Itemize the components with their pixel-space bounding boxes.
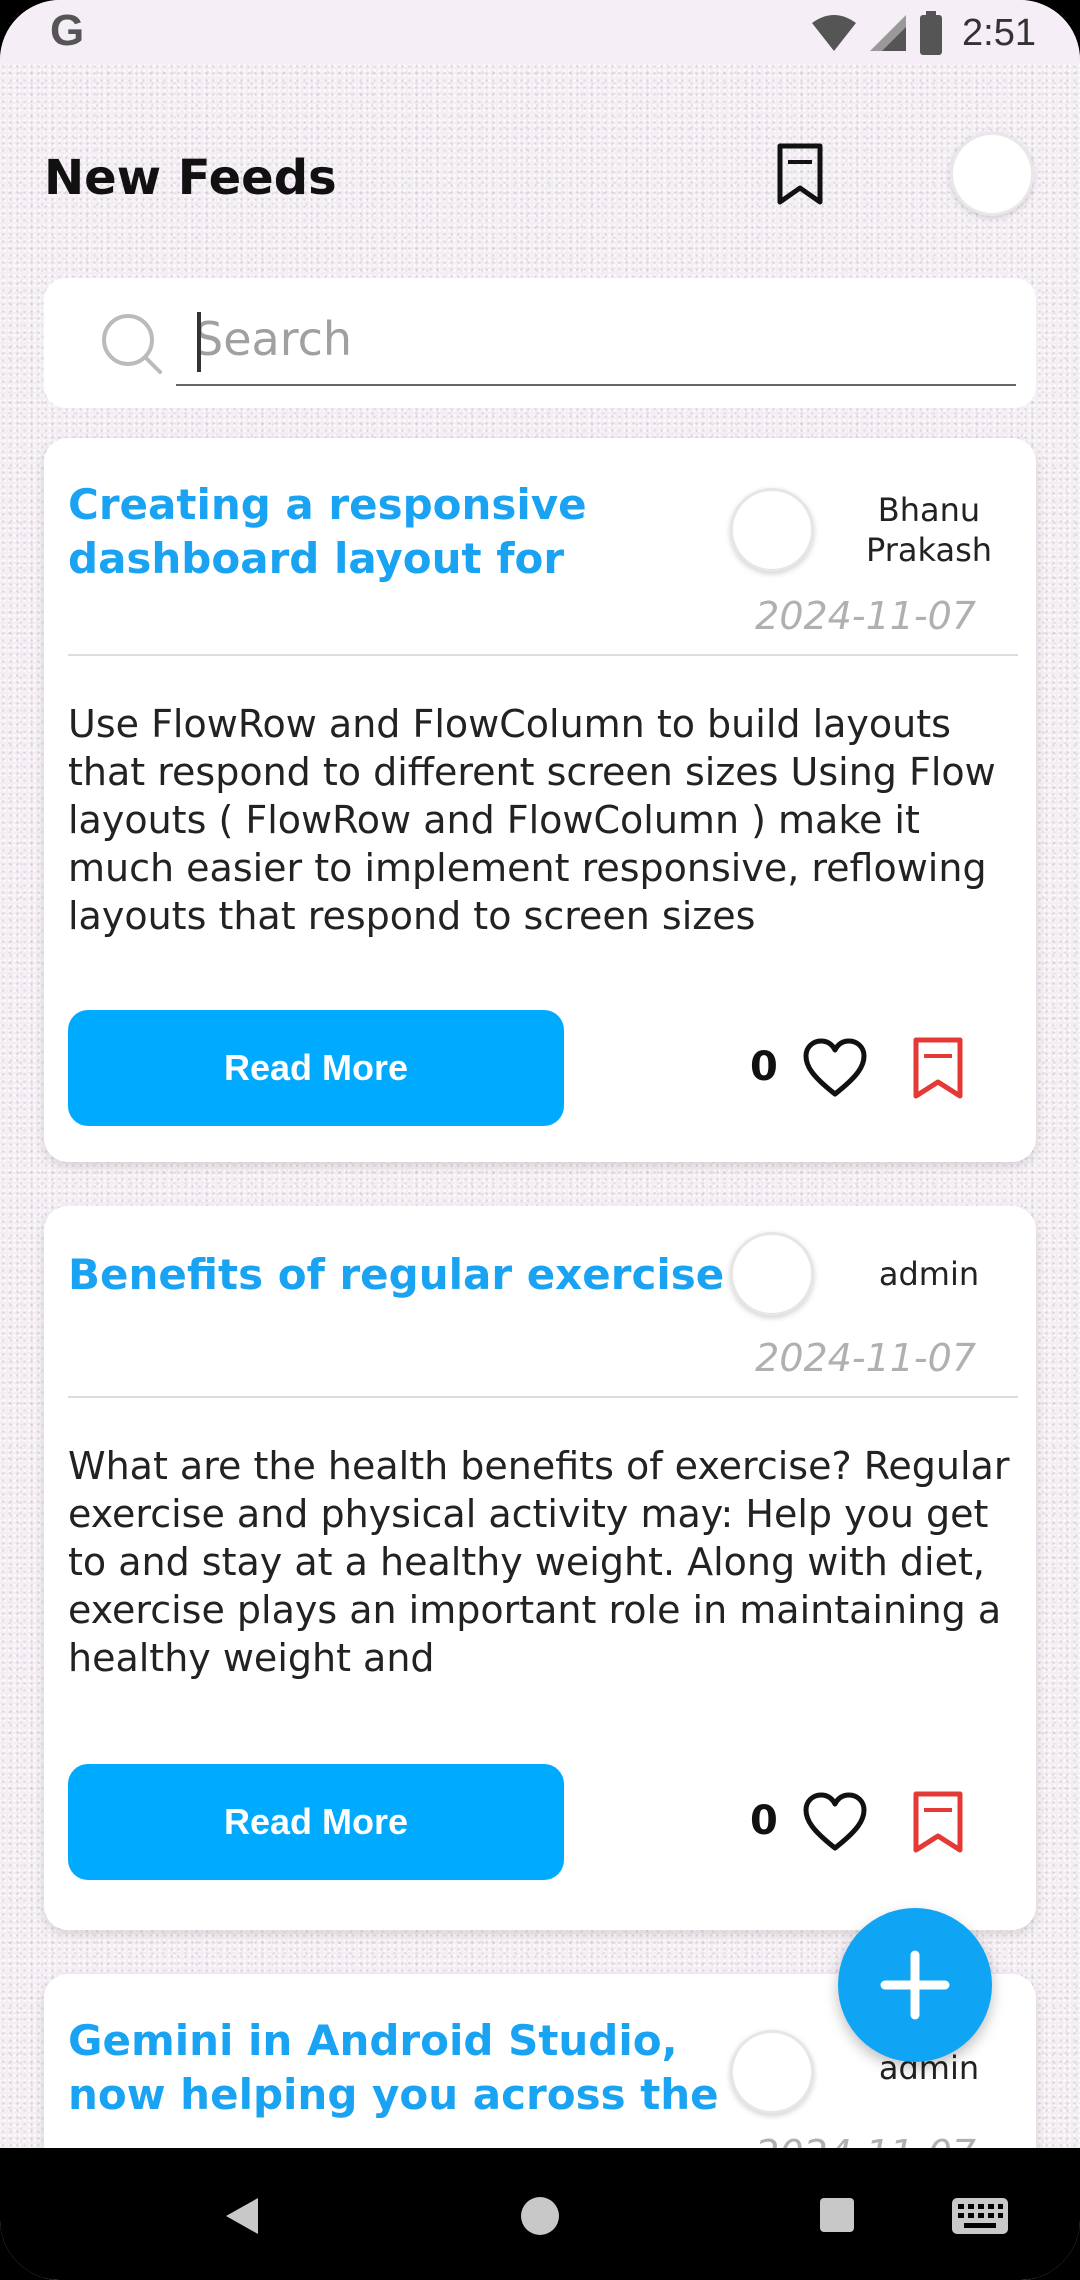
post-body: What are the health benefits of exercise… <box>68 1444 1010 1680</box>
signal-icon <box>870 15 907 51</box>
search-input[interactable] <box>176 294 1016 386</box>
author-avatar <box>730 2030 814 2114</box>
home-icon[interactable] <box>518 2194 562 2238</box>
app-screen: G 2:51 New Feeds Search Creating a respo… <box>0 0 1080 2280</box>
read-more-button[interactable]: Read More <box>68 1010 564 1126</box>
add-post-button[interactable] <box>838 1908 992 2062</box>
back-icon[interactable] <box>222 2194 262 2238</box>
bookmark-icon[interactable] <box>772 142 828 206</box>
post-author: Bhanu Prakash <box>865 491 993 569</box>
post-card: Creating a responsive dashboard layout f… <box>44 438 1036 1162</box>
save-bookmark-icon[interactable] <box>910 1036 966 1100</box>
status-icons: 2:51 <box>810 8 1036 58</box>
google-icon: G <box>50 6 85 55</box>
like-count: 0 <box>750 1798 778 1844</box>
post-author: admin <box>878 1255 980 1293</box>
author-avatar <box>730 1232 814 1316</box>
post-title[interactable]: Gemini in Android Studio, now helping yo… <box>68 2014 728 2122</box>
wifi-icon <box>812 15 857 51</box>
post-title[interactable]: Benefits of regular exercise <box>68 1248 728 1302</box>
read-more-button[interactable]: Read More <box>68 1764 564 1880</box>
post-date: 2024-11-07 <box>755 1336 976 1380</box>
app-header: New Feeds <box>0 120 1080 240</box>
search-icon <box>102 314 162 374</box>
post-title[interactable]: Creating a responsive dashboard layout f… <box>68 478 708 586</box>
author-avatar <box>730 488 814 572</box>
page-title: New Feeds <box>44 150 337 206</box>
plus-icon <box>880 1950 950 2020</box>
status-time: 2:51 <box>962 11 1036 54</box>
divider <box>68 1396 1018 1398</box>
keyboard-icon[interactable] <box>950 2196 1010 2236</box>
system-nav-bar <box>0 2148 1080 2280</box>
search-bar <box>44 278 1036 408</box>
recents-icon[interactable] <box>818 2196 856 2234</box>
save-bookmark-icon[interactable] <box>910 1790 966 1854</box>
like-count: 0 <box>750 1044 778 1090</box>
post-card: Benefits of regular exercise admin 2024-… <box>44 1206 1036 1930</box>
post-date: 2024-11-07 <box>755 594 976 638</box>
status-bar: G 2:51 <box>0 0 1080 64</box>
battery-icon <box>920 11 943 55</box>
heart-icon[interactable] <box>802 1792 868 1852</box>
heart-icon[interactable] <box>802 1038 868 1098</box>
divider <box>68 654 1018 656</box>
avatar[interactable] <box>950 132 1034 216</box>
text-cursor <box>197 312 201 372</box>
post-body: Use FlowRow and FlowColumn to build layo… <box>68 702 996 938</box>
